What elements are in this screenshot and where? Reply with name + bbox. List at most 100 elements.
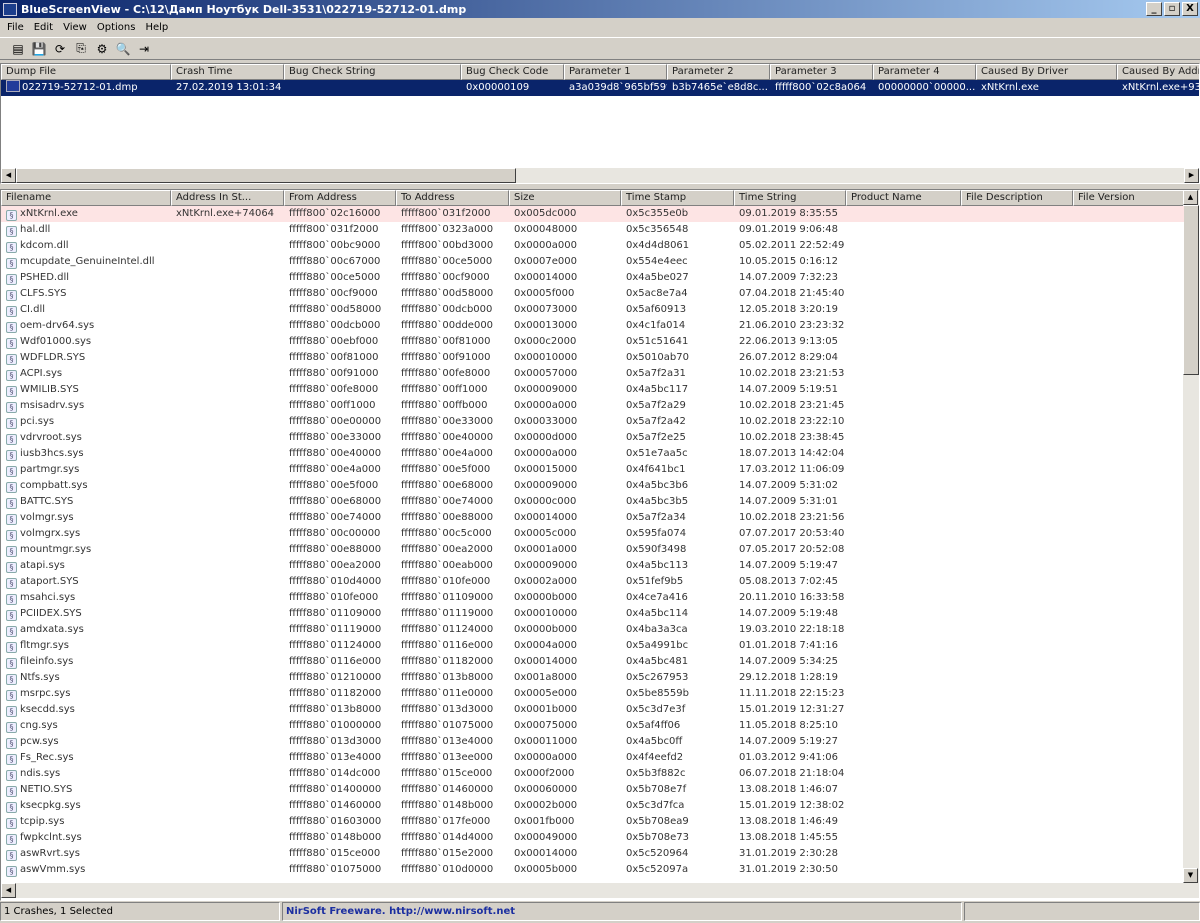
module-row[interactable]: § CLFS.SYS fffff880`00cf9000 fffff880`00d58… (1, 286, 1184, 302)
cell-0: § CLFS.SYS (1, 286, 171, 302)
column-header-file-description[interactable]: File Description (961, 190, 1073, 206)
module-row[interactable]: § fileinfo.sys fffff880`0116e000 fffff880`0… (1, 654, 1184, 670)
crash-dump-list[interactable]: Dump File Crash Time Bug Check String Bug C… (0, 63, 1200, 184)
cell-4: 0x0007e000 (514, 256, 577, 267)
advanced-options-icon[interactable]: ⚙ (94, 41, 110, 57)
menu-view[interactable]: View (58, 22, 92, 33)
scroll-left-button[interactable]: ◀ (1, 168, 16, 183)
module-row[interactable]: § aswRvrt.sys fffff880`015ce000 fffff880`01… (1, 846, 1184, 862)
column-header-from-address[interactable]: From Address (284, 190, 396, 206)
copy-icon[interactable]: ⎘ (73, 41, 89, 57)
modules-hscrollbar[interactable]: ◀ (1, 883, 1199, 898)
scroll-left-button[interactable]: ◀ (1, 883, 16, 898)
module-row[interactable]: § pcw.sys fffff880`013d3000 fffff880`013e40… (1, 734, 1184, 750)
module-row[interactable]: § volmgr.sys fffff880`00e74000 fffff880`00e… (1, 510, 1184, 526)
file-icon: § (6, 770, 17, 781)
menu-options[interactable]: Options (92, 22, 141, 33)
module-row[interactable]: § PCIIDEX.SYS fffff880`01109000 fffff880`01… (1, 606, 1184, 622)
column-header-filename[interactable]: Filename (1, 190, 171, 206)
module-row[interactable]: § aswVmm.sys fffff880`01075000 fffff880`010… (1, 862, 1184, 878)
scroll-thumb[interactable] (1183, 205, 1199, 375)
crash-row[interactable]: 022719-52712-01.dmp 27.02.2019 13:01:34 0x… (1, 80, 1199, 96)
exit-icon[interactable]: ⇥ (136, 41, 152, 57)
module-row[interactable]: § fwpkclnt.sys fffff880`0148b000 fffff880`0… (1, 830, 1184, 846)
properties-icon[interactable]: ▤ (10, 41, 26, 57)
scroll-right-button[interactable]: ▶ (1184, 168, 1199, 183)
menu-file[interactable]: File (2, 22, 29, 33)
crash-list-hscrollbar[interactable]: ◀ ▶ (1, 168, 1199, 183)
column-header-size[interactable]: Size (509, 190, 621, 206)
menu-edit[interactable]: Edit (29, 22, 58, 33)
module-row[interactable]: § ndis.sys fffff880`014dc000 fffff880`015ce… (1, 766, 1184, 782)
module-row[interactable]: § hal.dll fffff800`031f2000 fffff800`0323a0… (1, 222, 1184, 238)
cell-4: 0x0000a000 (514, 752, 577, 763)
module-row[interactable]: § ksecpkg.sys fffff880`01460000 fffff880`01… (1, 798, 1184, 814)
find-icon[interactable]: 🔍 (115, 41, 131, 57)
module-row[interactable]: § WMILIB.SYS fffff880`00fe8000 fffff880`00f… (1, 382, 1184, 398)
column-header-to-address[interactable]: To Address (396, 190, 509, 206)
cell-4: 0x00015000 (514, 464, 578, 475)
column-header-time-stamp[interactable]: Time Stamp (621, 190, 734, 206)
module-row[interactable]: § msahci.sys fffff880`010fe000 fffff880`011… (1, 590, 1184, 606)
module-row[interactable]: § compbatt.sys fffff880`00e5f000 fffff880`0… (1, 478, 1184, 494)
column-header-file-version[interactable]: File Version (1073, 190, 1184, 206)
scroll-thumb[interactable] (16, 168, 516, 183)
column-header-dump-file[interactable]: Dump File (1, 64, 171, 80)
module-row[interactable]: § xNtKrnl.exe xNtKrnl.exe+74064 fffff800`02… (1, 206, 1184, 222)
module-row[interactable]: § ksecdd.sys fffff880`013b8000 fffff880`013… (1, 702, 1184, 718)
column-header-crash-time[interactable]: Crash Time (171, 64, 284, 80)
column-header-bug-check-string[interactable]: Bug Check String (284, 64, 461, 80)
column-header-address-in-st[interactable]: Address In St... (171, 190, 284, 206)
module-row[interactable]: § oem-drv64.sys fffff880`00dcb000 fffff880`… (1, 318, 1184, 334)
loaded-modules-list[interactable]: Filename Address In St... From Address To A… (0, 189, 1200, 901)
column-header-caused-by-address[interactable]: Caused By Address (1117, 64, 1199, 80)
menu-help[interactable]: Help (140, 22, 173, 33)
module-row[interactable]: § ACPI.sys fffff880`00f91000 fffff880`00fe8… (1, 366, 1184, 382)
modules-vscrollbar[interactable]: ▲ ▼ (1183, 190, 1199, 883)
cell-5: 0x5c355e0b (626, 208, 689, 219)
module-row[interactable]: § BATTC.SYS fffff880`00e68000 fffff880`00e7… (1, 494, 1184, 510)
column-header-time-string[interactable]: Time String (734, 190, 846, 206)
module-row[interactable]: § atapi.sys fffff880`00ea2000 fffff880`00ea… (1, 558, 1184, 574)
module-row[interactable]: § NETIO.SYS fffff880`01400000 fffff880`0146… (1, 782, 1184, 798)
module-row[interactable]: § volmgrx.sys fffff880`00c00000 fffff880`00… (1, 526, 1184, 542)
module-row[interactable]: § CI.dll fffff880`00d58000 fffff880`00dcb00… (1, 302, 1184, 318)
column-header-bug-check-code[interactable]: Bug Check Code (461, 64, 564, 80)
minimize-button[interactable]: _ (1146, 2, 1162, 16)
module-row[interactable]: § Ntfs.sys fffff880`01210000 fffff880`013b8… (1, 670, 1184, 686)
module-row[interactable]: § amdxata.sys fffff880`01119000 fffff880`01… (1, 622, 1184, 638)
module-row[interactable]: § msrpc.sys fffff880`01182000 fffff880`011e… (1, 686, 1184, 702)
nirsoft-link[interactable]: NirSoft Freeware. http://www.nirsoft.net (282, 902, 962, 921)
module-row[interactable]: § fltmgr.sys fffff880`01124000 fffff880`011… (1, 638, 1184, 654)
module-row[interactable]: § cng.sys fffff880`01000000 fffff880`010750… (1, 718, 1184, 734)
module-row[interactable]: § PSHED.dll fffff880`00ce5000 fffff880`00cf… (1, 270, 1184, 286)
module-row[interactable]: § pci.sys fffff880`00e00000 fffff880`00e330… (1, 414, 1184, 430)
module-row[interactable]: § tcpip.sys fffff880`01603000 fffff880`017f… (1, 814, 1184, 830)
module-row[interactable]: § mcupdate_GenuineIntel.dll fffff880`00c67… (1, 254, 1184, 270)
module-row[interactable]: § Wdf01000.sys fffff880`00ebf000 fffff880`0… (1, 334, 1184, 350)
close-button[interactable]: X (1182, 2, 1198, 16)
module-row[interactable]: § mountmgr.sys fffff880`00e88000 fffff880`0… (1, 542, 1184, 558)
cell-0: § partmgr.sys (1, 462, 171, 478)
module-row[interactable]: § WDFLDR.SYS fffff880`00f81000 fffff880`00f… (1, 350, 1184, 366)
column-header-parameter-1[interactable]: Parameter 1 (564, 64, 667, 80)
module-row[interactable]: § ataport.SYS fffff880`010d4000 fffff880`01… (1, 574, 1184, 590)
module-row[interactable]: § msisadrv.sys fffff880`00ff1000 fffff880`0… (1, 398, 1184, 414)
restore-button[interactable]: ▫ (1164, 2, 1180, 16)
refresh-icon[interactable]: ⟳ (52, 41, 68, 57)
save-icon[interactable]: 💾 (31, 41, 47, 57)
module-row[interactable]: § Fs_Rec.sys fffff880`013e4000 fffff880`013… (1, 750, 1184, 766)
column-header-caused-by-driver[interactable]: Caused By Driver (976, 64, 1117, 80)
column-header-product-name[interactable]: Product Name (846, 190, 961, 206)
column-header-parameter-2[interactable]: Parameter 2 (667, 64, 770, 80)
cell-3: fffff880`00e4a000 (401, 448, 493, 459)
column-header-parameter-3[interactable]: Parameter 3 (770, 64, 873, 80)
cell-text: cng.sys (20, 720, 58, 731)
column-header-parameter-4[interactable]: Parameter 4 (873, 64, 976, 80)
module-row[interactable]: § kdcom.dll fffff800`00bc9000 fffff800`00bd… (1, 238, 1184, 254)
module-row[interactable]: § partmgr.sys fffff880`00e4a000 fffff880`00… (1, 462, 1184, 478)
scroll-up-button[interactable]: ▲ (1183, 190, 1198, 205)
module-row[interactable]: § vdrvroot.sys fffff880`00e33000 fffff880`0… (1, 430, 1184, 446)
scroll-down-button[interactable]: ▼ (1183, 868, 1198, 883)
module-row[interactable]: § iusb3hcs.sys fffff880`00e40000 fffff880`0… (1, 446, 1184, 462)
